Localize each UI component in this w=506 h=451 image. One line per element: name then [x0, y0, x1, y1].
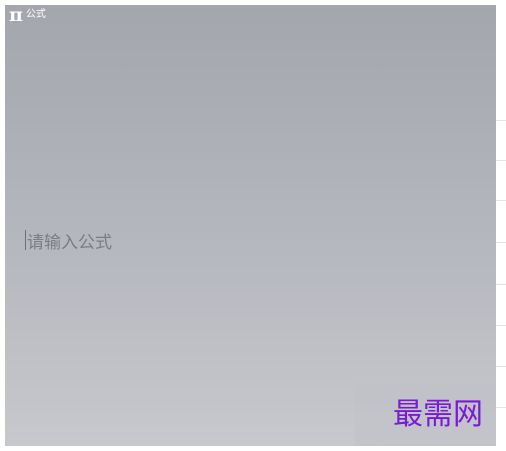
ruled-line [496, 284, 506, 285]
ruled-line [496, 120, 506, 121]
panel-title: 公式 [25, 9, 46, 20]
equation-editor-panel[interactable]: π 公式 请输入公式 [5, 5, 496, 446]
ruled-line [496, 407, 506, 408]
ruled-line [496, 242, 506, 243]
ruled-line [496, 160, 506, 161]
ruled-line [496, 325, 506, 326]
document-canvas: π 公式 请输入公式 最需网 [0, 0, 506, 451]
watermark-logo: 最需网 [393, 397, 483, 432]
ruled-line [496, 366, 506, 367]
pi-icon: π [9, 5, 23, 26]
formula-input-placeholder: 请输入公式 [27, 232, 112, 253]
formula-input[interactable]: 请输入公式 [25, 227, 425, 253]
text-caret [25, 230, 26, 250]
panel-header: π 公式 [9, 5, 46, 25]
ruled-line [496, 200, 506, 201]
